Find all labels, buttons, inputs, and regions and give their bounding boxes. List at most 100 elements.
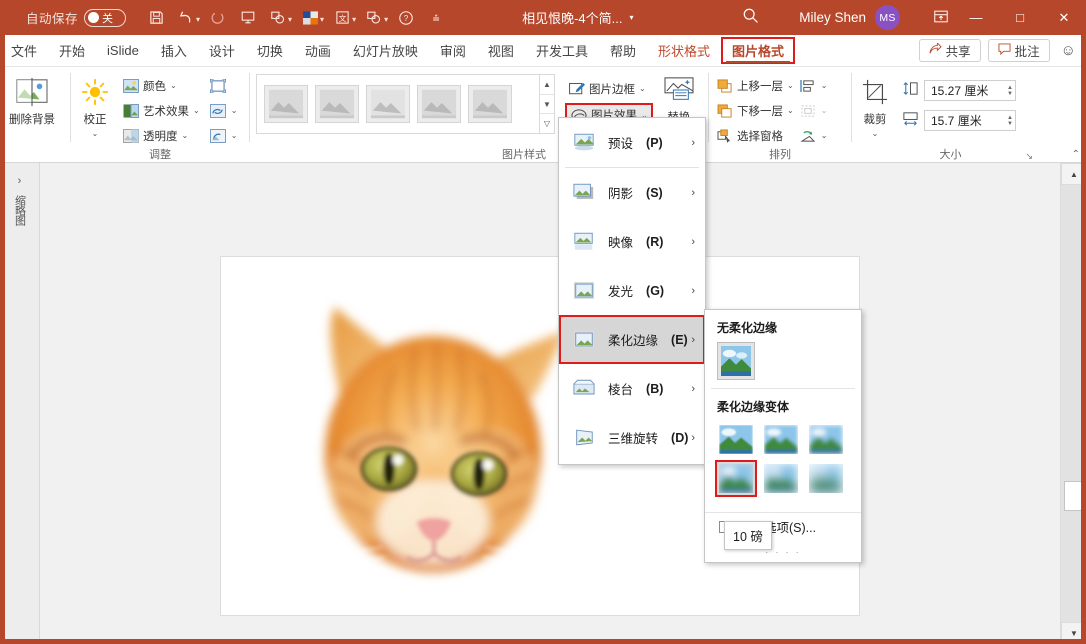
transparency-button[interactable]: 透明度 ⌄ — [119, 123, 203, 148]
shapes-caret-icon[interactable]: ▾ — [288, 12, 292, 24]
soft-edge-variant-2[interactable] — [762, 423, 800, 456]
autosave-toggle[interactable]: 关 — [84, 8, 127, 27]
picture-border-button[interactable]: 图片边框 ⌄ — [565, 76, 653, 101]
tab-islide[interactable]: iSlide — [96, 36, 150, 66]
tab-developer[interactable]: 开发工具 — [525, 36, 599, 66]
selection-pane-button[interactable]: 选择窗格 — [713, 123, 797, 148]
picture-style-thumb[interactable] — [417, 85, 461, 123]
picture-style-thumb[interactable] — [468, 85, 512, 123]
tab-shape-format[interactable]: 形状格式 — [647, 36, 721, 66]
user-name[interactable]: Miley Shen — [799, 10, 866, 25]
group-button[interactable]: ⌄ — [797, 98, 831, 123]
soft-edge-variant-3[interactable] — [807, 423, 845, 456]
change-picture-caret-icon[interactable]: ⌄ — [231, 106, 238, 115]
picture-style-thumb[interactable] — [264, 85, 308, 123]
tab-review[interactable]: 审阅 — [429, 36, 477, 66]
menu-item-3d-rotation[interactable]: 三维旋转 (D) › — [559, 413, 705, 462]
help-icon[interactable]: ? — [392, 5, 420, 31]
crop-caret-icon[interactable]: ⌄ — [872, 129, 879, 138]
soft-edge-none-swatch[interactable] — [717, 342, 755, 380]
picture-style-thumb[interactable] — [315, 85, 359, 123]
vertical-scrollbar[interactable]: ▲ ▼ — [1060, 163, 1086, 644]
bring-forward-button[interactable]: 上移一层 ⌄ — [713, 73, 797, 98]
soft-edge-variant-1[interactable] — [717, 423, 755, 456]
start-slideshow-icon[interactable] — [234, 5, 262, 31]
soft-edge-variant-6[interactable] — [807, 462, 845, 495]
transparency-caret-icon[interactable]: ⌄ — [182, 131, 189, 140]
expand-thumbnail-pane-icon[interactable]: › — [11, 175, 29, 187]
menu-item-preset[interactable]: 预设 (P) › — [559, 118, 705, 167]
tab-transitions[interactable]: 切换 — [246, 36, 294, 66]
tab-slideshow[interactable]: 幻灯片放映 — [342, 36, 429, 66]
menu-item-reflection[interactable]: 映像 (R) › — [559, 217, 705, 266]
send-backward-button[interactable]: 下移一层 ⌄ — [713, 98, 797, 123]
shape-union-caret-icon[interactable]: ▾ — [384, 12, 388, 24]
picture-style-thumb[interactable] — [366, 85, 410, 123]
scroll-down-button[interactable]: ▼ — [1061, 622, 1086, 644]
tab-picture-format[interactable]: 图片格式 — [720, 37, 795, 64]
reset-picture-caret-icon[interactable]: ⌄ — [231, 131, 238, 140]
width-field[interactable]: 15.7 厘米 ▲ ▼ — [924, 110, 1016, 131]
gallery-more-icon[interactable]: ▽ — [540, 114, 554, 133]
tab-design[interactable]: 设计 — [198, 36, 246, 66]
menu-item-shadow[interactable]: 阴影 (S) › — [559, 168, 705, 217]
artistic-effects-caret-icon[interactable]: ⌄ — [193, 106, 200, 115]
thumbnail-pane-collapsed[interactable]: › 缩略图 — [0, 163, 40, 644]
cat-picture[interactable] — [265, 279, 595, 595]
tab-view[interactable]: 视图 — [477, 36, 525, 66]
width-spinner[interactable]: ▲ ▼ — [1007, 115, 1013, 127]
document-title-area[interactable]: 相见恨晚-4个简... ▾ — [522, 8, 633, 27]
tab-help[interactable]: 帮助 — [599, 36, 647, 66]
corrections-caret-icon[interactable]: ⌄ — [92, 129, 99, 138]
ribbon-display-options-icon[interactable] — [928, 9, 954, 27]
height-field[interactable]: 15.27 厘米 ▲ ▼ — [924, 80, 1016, 101]
avatar[interactable]: MS — [875, 5, 900, 30]
crop-button[interactable]: 裁剪 ⌄ — [852, 71, 898, 138]
send-backward-caret-icon[interactable]: ⌄ — [787, 106, 794, 115]
share-button[interactable]: 共享 — [918, 39, 981, 62]
picture-border-caret-icon[interactable]: ⌄ — [639, 84, 646, 93]
reset-picture-button[interactable]: ⌄ — [207, 123, 241, 148]
color-caret-icon[interactable]: ⌄ — [170, 81, 177, 90]
menu-item-glow[interactable]: 发光 (G) › — [559, 266, 705, 315]
rotate-button[interactable]: ⌄ — [797, 123, 831, 148]
document-title-caret-icon[interactable]: ▾ — [630, 13, 634, 22]
gallery-scroll-down-icon[interactable]: ▼ — [540, 95, 554, 115]
soft-edge-variant-5[interactable] — [762, 462, 800, 495]
tab-animations[interactable]: 动画 — [294, 36, 342, 66]
maximize-button[interactable]: □ — [998, 0, 1042, 35]
color-blocks-caret-icon[interactable]: ▾ — [320, 12, 324, 24]
corrections-button[interactable]: 校正 ⌄ — [71, 71, 119, 138]
customize-qat-icon[interactable]: ⩮ — [422, 5, 450, 31]
scroll-up-button[interactable]: ▲ — [1061, 163, 1086, 185]
tab-home[interactable]: 开始 — [48, 36, 96, 66]
change-picture-button[interactable]: ⌄ — [207, 98, 241, 123]
menu-item-bevel[interactable]: 棱台 (B) › — [559, 364, 705, 413]
bring-forward-caret-icon[interactable]: ⌄ — [787, 81, 794, 90]
collapse-ribbon-icon[interactable]: ⌃ — [1072, 149, 1080, 160]
color-button[interactable]: 颜色 ⌄ — [119, 73, 203, 98]
redo-icon[interactable] — [204, 5, 232, 31]
align-button[interactable]: ⌄ — [797, 73, 831, 98]
group-caret-icon[interactable]: ⌄ — [821, 106, 828, 115]
compress-pictures-button[interactable] — [207, 73, 241, 98]
undo-caret-icon[interactable]: ▾ — [196, 12, 200, 24]
tab-insert[interactable]: 插入 — [150, 36, 198, 66]
screenshot-caret-icon[interactable]: ▾ — [352, 12, 356, 24]
rotate-caret-icon[interactable]: ⌄ — [821, 131, 828, 140]
picture-styles-gallery-scroll[interactable]: ▲ ▼ ▽ — [540, 74, 555, 134]
autosave-control[interactable]: 自动保存 关 — [26, 8, 127, 27]
close-button[interactable]: ✕ — [1042, 0, 1086, 35]
save-icon[interactable] — [142, 5, 170, 31]
smiley-icon[interactable]: ☺ — [1061, 42, 1076, 59]
scrollbar-thumb[interactable] — [1064, 481, 1084, 511]
tab-file[interactable]: 文件 — [0, 36, 48, 66]
artistic-effects-button[interactable]: 艺术效果 ⌄ — [119, 98, 203, 123]
menu-item-soft-edges[interactable]: 柔化边缘 (E) › — [559, 315, 705, 364]
soft-edge-variant-4[interactable] — [715, 460, 757, 497]
picture-styles-gallery[interactable] — [256, 74, 540, 134]
scrollbar-track[interactable] — [1061, 185, 1086, 622]
remove-background-button[interactable]: 删除背景 — [0, 71, 64, 127]
search-icon[interactable] — [742, 7, 759, 29]
comments-button[interactable]: 批注 — [987, 39, 1050, 62]
